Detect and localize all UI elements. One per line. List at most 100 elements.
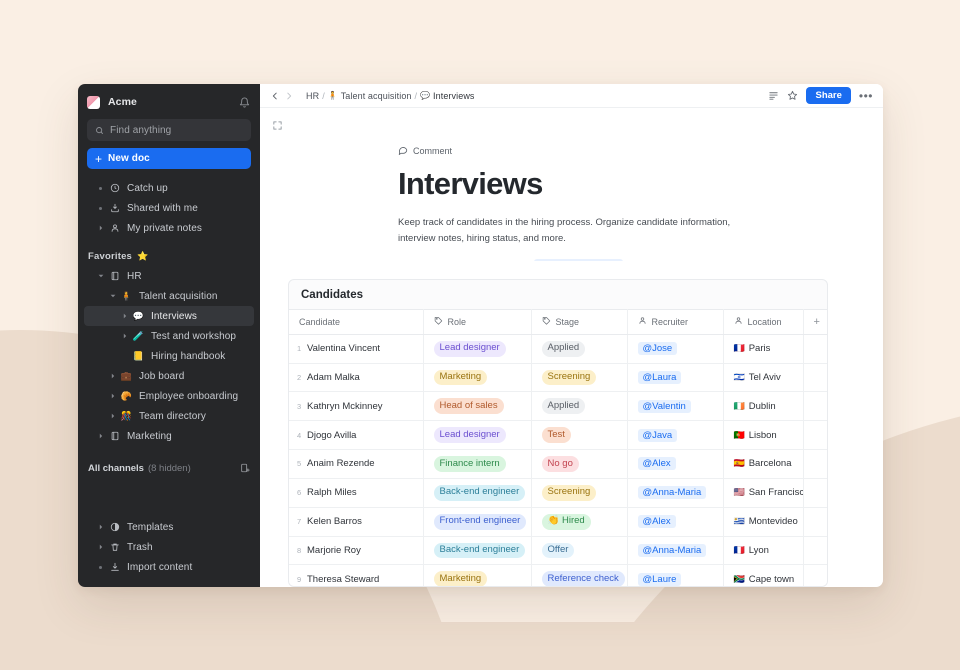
cell-stage[interactable]: Screening xyxy=(531,363,627,392)
sidebar-item-marketing[interactable]: Marketing xyxy=(84,426,254,446)
cell-candidate[interactable]: 3Kathryn Mckinney xyxy=(289,392,423,421)
cell-recruiter[interactable]: @Java xyxy=(627,421,723,450)
table-row[interactable]: 2Adam MalkaMarketingScreening@Laura🇮🇱Tel… xyxy=(289,363,828,392)
chevron-down-icon[interactable] xyxy=(94,273,107,279)
table-row[interactable]: 6Ralph MilesBack-end engineerScreening @A… xyxy=(289,478,828,507)
chevron-right-icon[interactable] xyxy=(94,225,107,231)
chevron-down-icon[interactable] xyxy=(106,293,119,299)
sidebar-item-talent-acquisition[interactable]: 🧍 Talent acquisition xyxy=(84,286,254,306)
cell-recruiter[interactable]: @Laure xyxy=(627,565,723,587)
sidebar-item-interviews[interactable]: 💬 Interviews xyxy=(84,306,254,326)
cell-role[interactable]: Lead designer xyxy=(423,421,531,450)
cell-candidate[interactable]: 6Ralph Miles xyxy=(289,478,423,507)
cell-stage[interactable]: Applied xyxy=(531,334,627,363)
forward-button[interactable] xyxy=(282,89,296,103)
cell-recruiter[interactable]: @Alex xyxy=(627,450,723,479)
sidebar-item-trash[interactable]: Trash xyxy=(84,537,254,557)
cell-location[interactable]: 🇵🇹Lisbon xyxy=(723,421,803,450)
cell-candidate[interactable]: 4Djogo Avilla xyxy=(289,421,423,450)
recruiter-mention[interactable]: @Alex xyxy=(638,457,676,470)
sidebar-item-templates[interactable]: Templates xyxy=(84,517,254,537)
cell-recruiter[interactable]: @Anna-Maria xyxy=(627,478,723,507)
chevron-right-icon[interactable] xyxy=(94,544,107,550)
cell-location[interactable]: 🇮🇱Tel Aviv xyxy=(723,363,803,392)
breadcrumb-item-talent-acquisition[interactable]: Talent acquisition xyxy=(341,91,412,101)
sidebar-item-employee-onboarding[interactable]: 🥐 Employee onboarding xyxy=(84,386,254,406)
cell-location[interactable]: 🇫🇷Lyon xyxy=(723,536,803,565)
outline-icon[interactable] xyxy=(768,90,779,101)
workspace-header[interactable]: Acme xyxy=(78,88,260,116)
cell-role[interactable]: Back-end engineer xyxy=(423,536,531,565)
cell-recruiter[interactable]: @Alex xyxy=(627,507,723,536)
cell-role[interactable]: Back-end engineer xyxy=(423,478,531,507)
back-button[interactable] xyxy=(268,89,282,103)
cell-stage[interactable]: Screening xyxy=(531,478,627,507)
column-header-role[interactable]: Role xyxy=(423,309,531,334)
cell-stage[interactable]: Reference check xyxy=(531,565,627,587)
star-outline-icon[interactable] xyxy=(787,90,798,101)
cell-recruiter[interactable]: @Anna-Maria xyxy=(627,536,723,565)
cell-location[interactable]: 🇺🇸San Francisco xyxy=(723,478,803,507)
sidebar-item-import-content[interactable]: Import content xyxy=(84,557,254,577)
sidebar-item-test-and-workshop[interactable]: 🧪 Test and workshop xyxy=(84,326,254,346)
cell-candidate[interactable]: 5Anaim Rezende xyxy=(289,450,423,479)
chevron-right-icon[interactable] xyxy=(106,373,119,379)
cell-stage[interactable]: 👏 Hired xyxy=(531,507,627,536)
recruiter-mention[interactable]: @Alex xyxy=(638,515,676,528)
cell-location[interactable]: 🇫🇷Paris xyxy=(723,334,803,363)
chevron-right-icon[interactable] xyxy=(94,433,107,439)
cell-candidate[interactable]: 2Adam Malka xyxy=(289,363,423,392)
table-row[interactable]: 8Marjorie RoyBack-end engineerOffer@Anna… xyxy=(289,536,828,565)
recruiter-mention[interactable]: @Anna-Maria xyxy=(638,544,707,557)
table-row[interactable]: 3Kathryn MckinneyHead of salesApplied@Va… xyxy=(289,392,828,421)
sidebar-item-shared-with-me[interactable]: Shared with me xyxy=(84,198,254,218)
cell-location[interactable]: 🇿🇦Cape town xyxy=(723,565,803,587)
column-header-recruiter[interactable]: Recruiter xyxy=(627,309,723,334)
recruiter-mention[interactable]: @Anna-Maria xyxy=(638,486,707,499)
cell-role[interactable]: Marketing xyxy=(423,565,531,587)
cell-role[interactable]: Finance intern xyxy=(423,450,531,479)
cell-stage[interactable]: Test xyxy=(531,421,627,450)
cell-candidate[interactable]: 7Kelen Barros xyxy=(289,507,423,536)
recruiter-mention[interactable]: @Laure xyxy=(638,573,682,586)
column-header-stage[interactable]: Stage xyxy=(531,309,627,334)
table-row[interactable]: 5Anaim RezendeFinance internNo go@Alex🇪🇸… xyxy=(289,450,828,479)
comment-button[interactable]: Comment xyxy=(398,145,452,157)
column-header-location[interactable]: Location xyxy=(723,309,803,334)
sidebar-item-hr[interactable]: HR xyxy=(84,266,254,286)
table-row[interactable]: 9Theresa StewardMarketingReference check… xyxy=(289,565,828,587)
cell-recruiter[interactable]: @Laura xyxy=(627,363,723,392)
sidebar-item-hiring-handbook[interactable]: 📒 Hiring handbook xyxy=(84,346,254,366)
chevron-right-icon[interactable] xyxy=(106,413,119,419)
table-row[interactable]: 4Djogo AvillaLead designerTest@Java🇵🇹Lis… xyxy=(289,421,828,450)
expand-icon[interactable] xyxy=(272,120,283,131)
sidebar-item-team-directory[interactable]: 🎊 Team directory xyxy=(84,406,254,426)
table-row[interactable]: 7Kelen BarrosFront-end engineer👏 Hired @A… xyxy=(289,507,828,536)
cell-location[interactable]: 🇮🇪Dublin xyxy=(723,392,803,421)
recruiter-mention[interactable]: @Jose xyxy=(638,342,678,355)
table-row[interactable]: 1Valentina VincentLead designerApplied@J… xyxy=(289,334,828,363)
cell-candidate[interactable]: 9Theresa Steward xyxy=(289,565,423,587)
column-header-candidate[interactable]: Candidate xyxy=(289,309,423,334)
cell-role[interactable]: Front-end engineer xyxy=(423,507,531,536)
breadcrumb-item-interviews[interactable]: Interviews xyxy=(433,91,475,101)
all-channels-row[interactable]: All channels (8 hidden) xyxy=(78,458,260,478)
chevron-right-icon[interactable] xyxy=(118,333,131,339)
more-options-button[interactable]: ••• xyxy=(859,90,873,102)
search-input[interactable]: Find anything xyxy=(87,119,251,141)
add-column-button[interactable]: + xyxy=(803,309,828,334)
cell-role[interactable]: Marketing xyxy=(423,363,531,392)
recruiter-mention[interactable]: @Valentin xyxy=(638,400,691,413)
cell-candidate[interactable]: 1Valentina Vincent xyxy=(289,334,423,363)
chevron-right-icon[interactable] xyxy=(94,524,107,530)
sidebar-item-my-private-notes[interactable]: My private notes xyxy=(84,218,254,238)
new-doc-button[interactable]: + New doc xyxy=(87,148,251,169)
cell-recruiter[interactable]: @Valentin xyxy=(627,392,723,421)
share-button[interactable]: Share xyxy=(806,87,850,104)
bell-icon[interactable] xyxy=(239,97,250,108)
hiring-handbook-link[interactable]: Hiring Handbook xyxy=(534,259,624,261)
sidebar-item-catch-up[interactable]: Catch up xyxy=(84,178,254,198)
chevron-right-icon[interactable] xyxy=(118,313,131,319)
cell-stage[interactable]: Applied xyxy=(531,392,627,421)
cell-stage[interactable]: No go xyxy=(531,450,627,479)
